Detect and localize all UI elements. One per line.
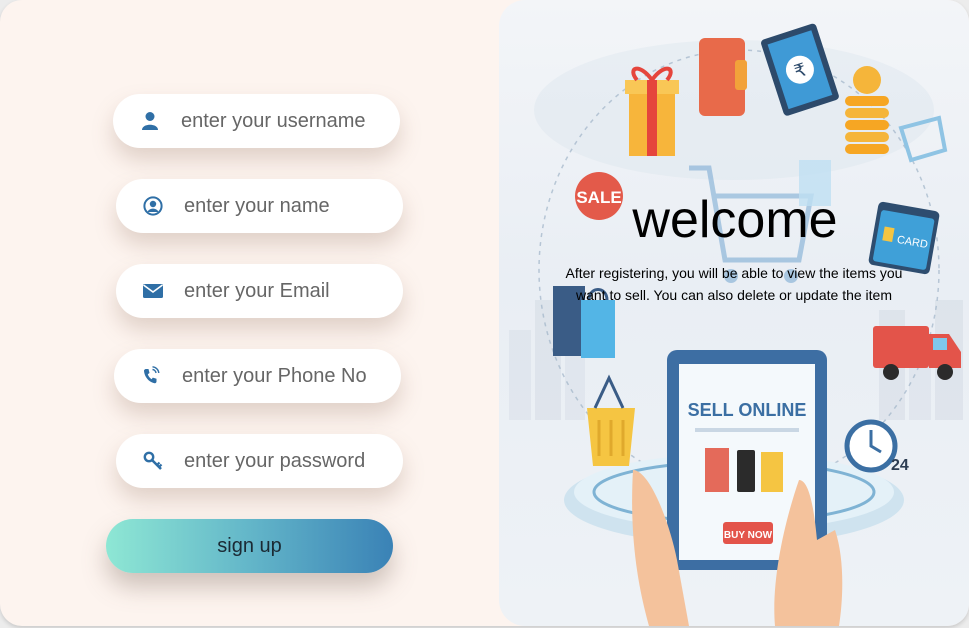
username-field[interactable] <box>113 94 400 148</box>
gift-icon <box>625 66 679 156</box>
wallet-icon <box>699 38 747 116</box>
signup-form: sign up <box>0 0 500 626</box>
password-field[interactable] <box>116 434 403 488</box>
signup-button[interactable]: sign up <box>106 519 393 573</box>
email-input[interactable] <box>182 278 396 304</box>
welcome-panel: ₹ SALE CARD 24 SELL ONLINE BUY NOW <box>499 0 969 626</box>
name-input[interactable] <box>182 193 396 219</box>
signup-card: sign up <box>0 0 969 626</box>
svg-text:SELL ONLINE: SELL ONLINE <box>688 400 807 420</box>
user-circle-icon <box>142 195 164 217</box>
key-icon <box>142 450 164 472</box>
password-input[interactable] <box>182 448 396 474</box>
svg-text:24: 24 <box>891 457 909 474</box>
welcome-description: After registering, you will be able to v… <box>565 265 903 303</box>
clock-icon: 24 <box>844 419 909 474</box>
user-icon <box>139 110 161 132</box>
phone-icon <box>140 365 162 387</box>
phone-field[interactable] <box>114 349 401 403</box>
username-input[interactable] <box>179 108 393 134</box>
basket-icon <box>587 374 635 466</box>
ecommerce-illustration: ₹ SALE CARD 24 SELL ONLINE BUY NOW <box>509 23 963 626</box>
welcome-title: welcome <box>632 191 838 249</box>
name-field[interactable] <box>116 179 403 233</box>
envelope-icon <box>142 280 164 302</box>
email-field[interactable] <box>116 264 403 318</box>
svg-text:BUY NOW: BUY NOW <box>724 530 773 541</box>
phone-input[interactable] <box>180 363 394 389</box>
